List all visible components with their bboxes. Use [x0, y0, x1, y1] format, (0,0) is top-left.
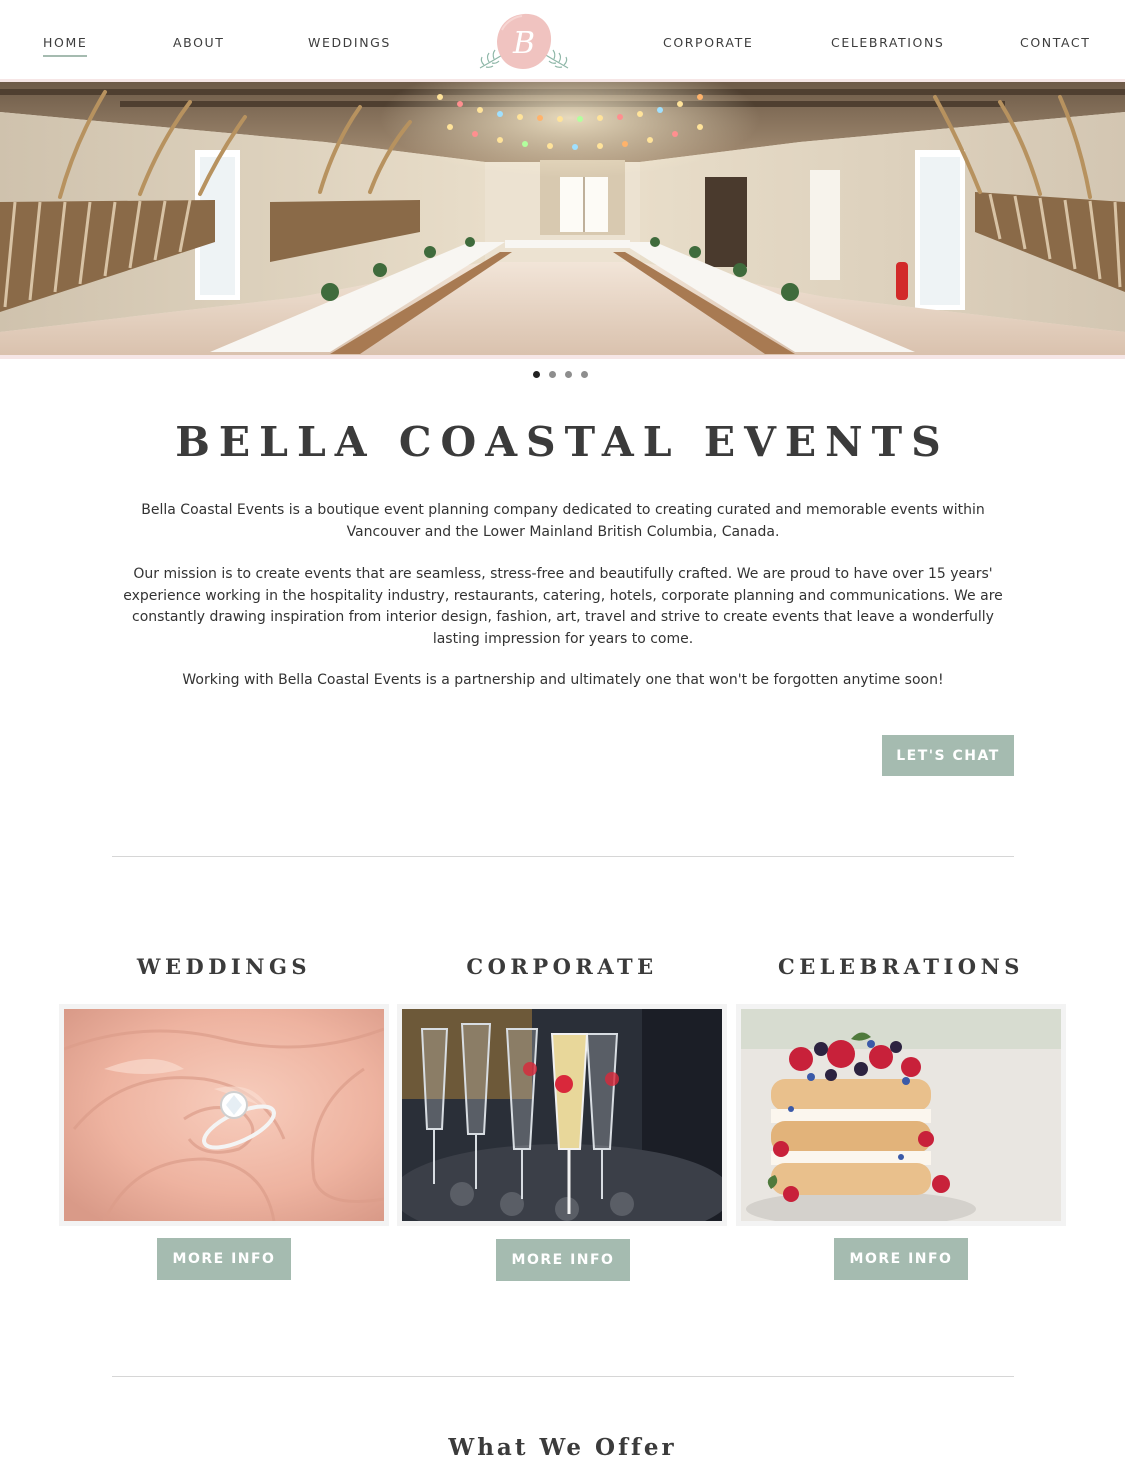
nav-item-celebrations[interactable]: CELEBRATIONS — [831, 35, 944, 50]
section-divider-1 — [112, 856, 1014, 857]
page-title: BELLA COASTAL EVENTS — [175, 418, 950, 466]
slide-dot-3[interactable] — [565, 371, 572, 378]
slideshow-dots — [533, 371, 597, 381]
svg-text:B: B — [512, 26, 535, 61]
main-nav: HOME ABOUT WEDDINGS B CORPORATE CELEBRAT… — [0, 0, 1125, 80]
intro-paragraph-1: Bella Coastal Events is a boutique event… — [141, 502, 985, 540]
hero-banquet-hall-image — [0, 82, 1125, 357]
nav-item-corporate[interactable]: CORPORATE — [663, 35, 753, 50]
nav-item-weddings[interactable]: WEDDINGS — [308, 35, 391, 50]
logo-icon: B — [479, 13, 569, 70]
nav-item-contact[interactable]: CONTACT — [1020, 35, 1090, 50]
slide-dot-2[interactable] — [549, 371, 556, 378]
weddings-image[interactable] — [59, 1004, 389, 1226]
brand-logo[interactable]: B — [472, 10, 576, 76]
berry-cake-image — [741, 1009, 1061, 1221]
celebrations-image[interactable] — [736, 1004, 1066, 1226]
slide-dot-1[interactable] — [533, 371, 540, 378]
celebrations-more-info-button[interactable]: MORE INFO — [834, 1238, 968, 1280]
slide-dot-4[interactable] — [581, 371, 588, 378]
corporate-image[interactable] — [397, 1004, 727, 1226]
champagne-glasses-image — [402, 1009, 722, 1221]
weddings-heading: WEDDINGS — [136, 954, 312, 979]
section-divider-2 — [112, 1376, 1014, 1377]
intro-paragraph-2: Our mission is to create events that are… — [123, 566, 1003, 647]
rose-ring-image — [64, 1009, 384, 1221]
intro-paragraph-3: Working with Bella Coastal Events is a p… — [182, 672, 944, 688]
weddings-more-info-button[interactable]: MORE INFO — [157, 1238, 291, 1280]
celebrations-heading: CELEBRATIONS — [778, 954, 1024, 979]
corporate-more-info-button[interactable]: MORE INFO — [496, 1239, 630, 1281]
nav-item-home[interactable]: HOME — [43, 35, 88, 57]
hero-slideshow[interactable] — [0, 82, 1125, 357]
what-we-offer-heading: What We Offer — [448, 1434, 677, 1461]
lets-chat-button[interactable]: LET'S CHAT — [882, 735, 1014, 776]
hero-bottom-border — [0, 355, 1125, 359]
nav-item-about[interactable]: ABOUT — [173, 35, 225, 50]
corporate-heading: CORPORATE — [466, 954, 658, 979]
